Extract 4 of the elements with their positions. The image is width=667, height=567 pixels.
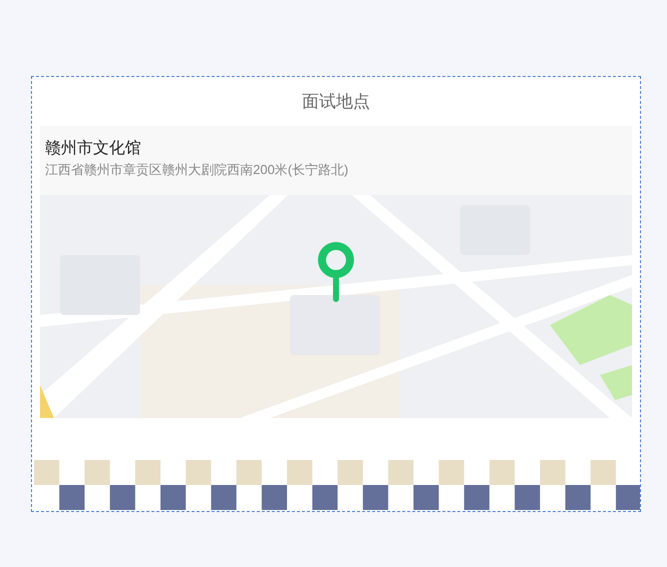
place-name: 赣州市文化馆 — [45, 138, 142, 159]
place-address: 江西省赣州市章贡区赣州大剧院西南200米(长宁路北) — [45, 161, 350, 179]
map-pin-icon — [316, 240, 356, 302]
card-title: 面试地点 — [301, 90, 371, 113]
